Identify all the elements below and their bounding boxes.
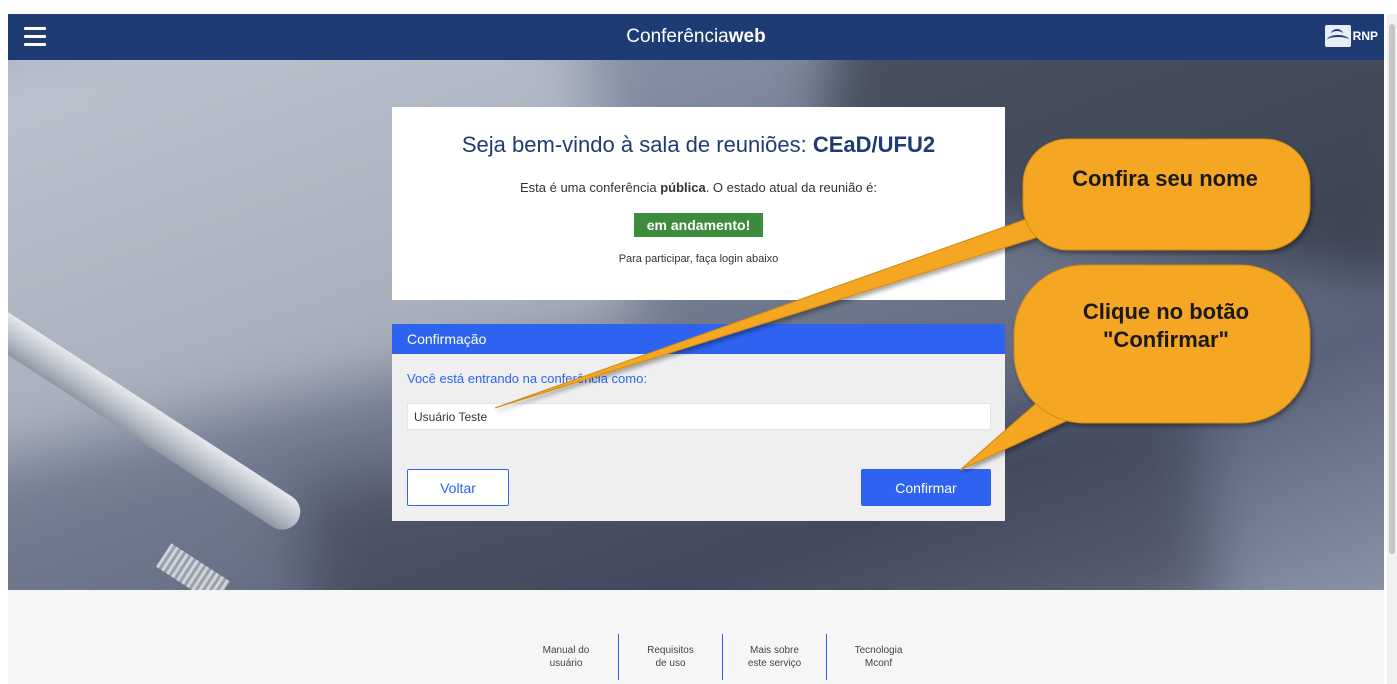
rnp-logo[interactable]: RNP xyxy=(1324,25,1378,47)
back-button[interactable]: Voltar xyxy=(407,469,509,506)
footer-link-technology[interactable]: Tecnologia Mconf xyxy=(826,634,930,680)
desc-prefix: Esta é uma conferência xyxy=(519,180,661,195)
scrollbar-thumb[interactable] xyxy=(1389,24,1395,554)
footer: Manual do usuário Requisitos de uso Mais… xyxy=(8,590,1384,684)
login-hint: Para participar, faça login abaixo xyxy=(618,253,779,265)
confirmation-panel: Confirmação Você está entrando na confer… xyxy=(392,324,1005,521)
footer-link-technology-line1: Tecnologia xyxy=(854,645,903,656)
footer-link-manual-line2: usuário xyxy=(549,658,583,669)
rnp-label: RNP xyxy=(1352,29,1378,43)
footer-link-technology-line2: Mconf xyxy=(864,658,893,669)
footer-link-manual-line1: Manual do xyxy=(542,645,590,656)
footer-link-about-line2: este serviço xyxy=(747,658,802,669)
callout-check-name-text: Confira seu nome xyxy=(1072,166,1258,191)
footer-link-requirements-line1: Requisitos xyxy=(647,645,694,656)
desc-suffix: . O estado atual da reunião é: xyxy=(705,180,877,195)
user-name-field[interactable] xyxy=(407,403,991,430)
callout-click-confirm-text: Clique no botão "Confirmar" xyxy=(1082,299,1250,352)
confirm-button[interactable]: Confirmar xyxy=(861,469,991,506)
welcome-card: Seja bem-vindo à sala de reuniões: CEaD/… xyxy=(392,107,1005,300)
welcome-title: Seja bem-vindo à sala de reuniões: CEaD/… xyxy=(392,132,1005,158)
footer-links: Manual do usuário Requisitos de uso Mais… xyxy=(514,634,930,680)
brand-thin-text: Conferência xyxy=(626,26,729,47)
entering-as-label: Você está entrando na conferência como: xyxy=(407,371,647,386)
confirmation-header: Confirmação xyxy=(392,324,1005,354)
top-navbar: Conferênciaweb RNP xyxy=(8,14,1384,60)
brand-bold-text: web xyxy=(728,26,766,47)
room-name: CEaD/UFU2 xyxy=(812,132,936,157)
footer-link-about-line1: Mais sobre xyxy=(750,645,799,656)
welcome-title-prefix: Seja bem-vindo à sala de reuniões: xyxy=(461,132,813,157)
desc-public: pública xyxy=(660,180,706,195)
brand-logo[interactable]: Conferênciaweb xyxy=(8,26,1384,48)
footer-link-requirements[interactable]: Requisitos de uso xyxy=(618,634,722,680)
footer-link-manual[interactable]: Manual do usuário xyxy=(514,634,618,680)
footer-link-about[interactable]: Mais sobre este serviço xyxy=(722,634,826,680)
footer-link-requirements-line2: de uso xyxy=(655,658,686,669)
conference-description: Esta é uma conferência pública. O estado… xyxy=(392,180,1005,195)
page: Conferênciaweb RNP Seja bem-vindo à sala… xyxy=(0,0,1397,684)
vertical-scrollbar[interactable] xyxy=(1387,14,1397,684)
status-badge: em andamento! xyxy=(633,213,764,237)
rnp-logo-icon xyxy=(1324,25,1351,47)
